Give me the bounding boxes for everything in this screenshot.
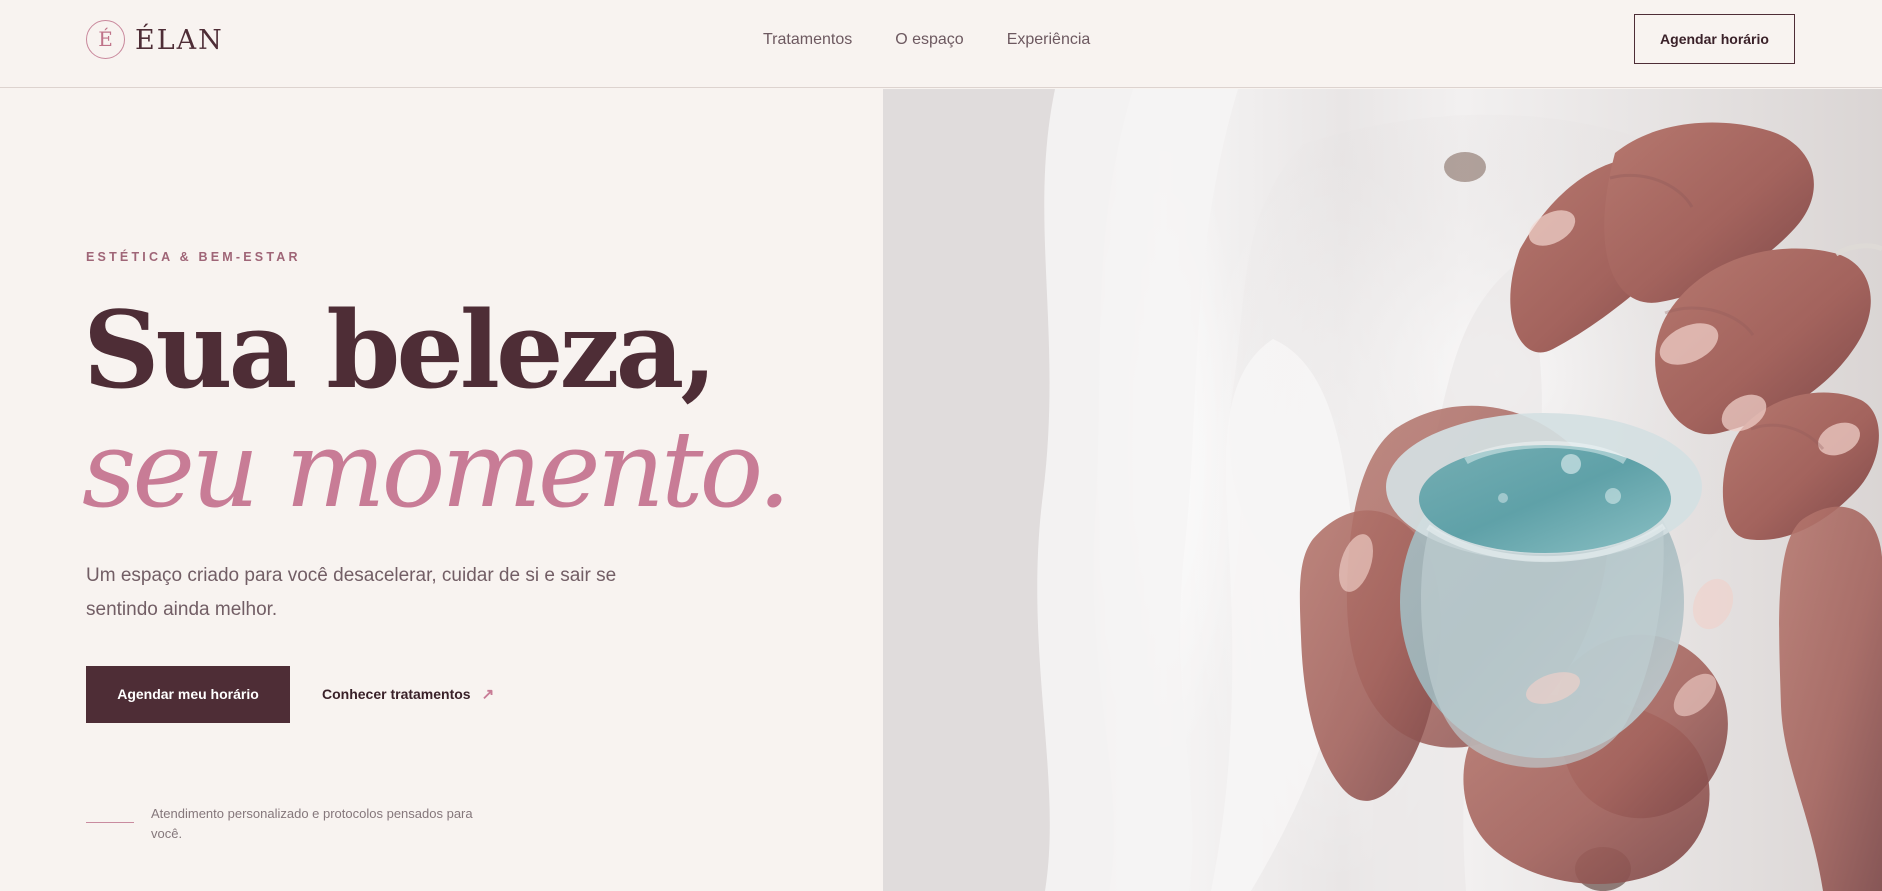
site-header: É ÉLAN Tratamentos O espaço Experiência … [0, 0, 1882, 88]
hero-eyebrow: ESTÉTICA & BEM-ESTAR [86, 250, 301, 264]
nav-link-o-espaco[interactable]: O espaço [895, 31, 963, 49]
skincare-photo-illustration [883, 89, 1882, 891]
explore-treatments-label: Conhecer tratamentos [322, 686, 471, 702]
brand-logo[interactable]: É ÉLAN [86, 19, 224, 59]
explore-treatments-link[interactable]: Conhecer tratamentos ↗ [322, 686, 494, 702]
brand-name: ÉLAN [135, 24, 224, 56]
hero-content: ESTÉTICA & BEM-ESTAR Sua beleza, seu mom… [0, 89, 883, 891]
hero-headline-line-1: Sua beleza, [83, 287, 717, 412]
hero-headline-line-2: seu momento. [82, 408, 791, 531]
hero-intro: Um espaço criado para você desacelerar, … [86, 565, 617, 620]
note-divider [86, 822, 134, 823]
nav-link-experiencia[interactable]: Experiência [1007, 31, 1091, 49]
schedule-button[interactable]: Agendar horário [1634, 14, 1795, 64]
nav-link-tratamentos[interactable]: Tratamentos [763, 31, 852, 49]
skincare-jar-image [883, 89, 1882, 891]
brand-mark-icon: É [86, 19, 125, 59]
landing-page: É ÉLAN Tratamentos O espaço Experiência … [0, 0, 1882, 891]
main-navigation: Tratamentos O espaço Experiência [763, 31, 1090, 49]
arrow-up-right-icon: ↗ [481, 685, 495, 703]
schedule-my-time-button[interactable]: Agendar meu horário [86, 666, 290, 723]
hero-note: Atendimento personalizado e protocolos p… [151, 806, 473, 841]
